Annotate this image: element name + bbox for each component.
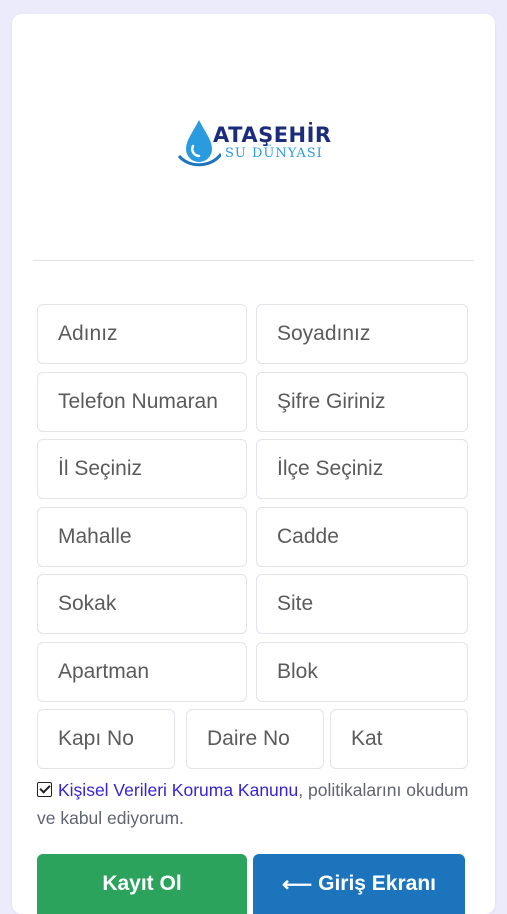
block-input[interactable] bbox=[256, 642, 468, 702]
door-no-input[interactable] bbox=[37, 709, 175, 769]
login-screen-button-label: Giriş Ekranı bbox=[318, 872, 436, 895]
neighborhood-input[interactable] bbox=[37, 507, 247, 567]
logo-subtitle: SU DÜNYASI bbox=[225, 146, 323, 161]
register-button-label: Kayıt Ol bbox=[102, 872, 182, 895]
registration-card: ATAŞEHİR SU DÜNYASI Kişisel Verileri Kor… bbox=[12, 14, 495, 914]
consent-text: Kişisel Verileri Koruma Kanunu, politika… bbox=[37, 776, 477, 832]
logo-title: ATAŞEHİR bbox=[213, 123, 332, 147]
logo: ATAŞEHİR SU DÜNYASI bbox=[177, 116, 337, 176]
kvkk-link[interactable]: Kişisel Verileri Koruma Kanunu bbox=[58, 780, 298, 800]
apartment-input[interactable] bbox=[37, 642, 247, 702]
floor-input[interactable] bbox=[330, 709, 468, 769]
phone-input[interactable] bbox=[37, 372, 247, 432]
consent-checkbox[interactable] bbox=[37, 782, 52, 797]
site-input[interactable] bbox=[256, 574, 468, 634]
street-input[interactable] bbox=[256, 507, 468, 567]
password-input[interactable] bbox=[256, 372, 468, 432]
province-select[interactable] bbox=[37, 439, 247, 499]
divider bbox=[33, 260, 474, 261]
last-name-input[interactable] bbox=[256, 304, 468, 364]
flat-no-input[interactable] bbox=[186, 709, 324, 769]
register-button[interactable]: Kayıt Ol bbox=[37, 854, 247, 914]
lane-input[interactable] bbox=[37, 574, 247, 634]
first-name-input[interactable] bbox=[37, 304, 247, 364]
arrow-left-icon: ⟵ bbox=[282, 872, 313, 896]
district-select[interactable] bbox=[256, 439, 468, 499]
login-screen-button[interactable]: ⟵ Giriş Ekranı bbox=[253, 854, 465, 914]
